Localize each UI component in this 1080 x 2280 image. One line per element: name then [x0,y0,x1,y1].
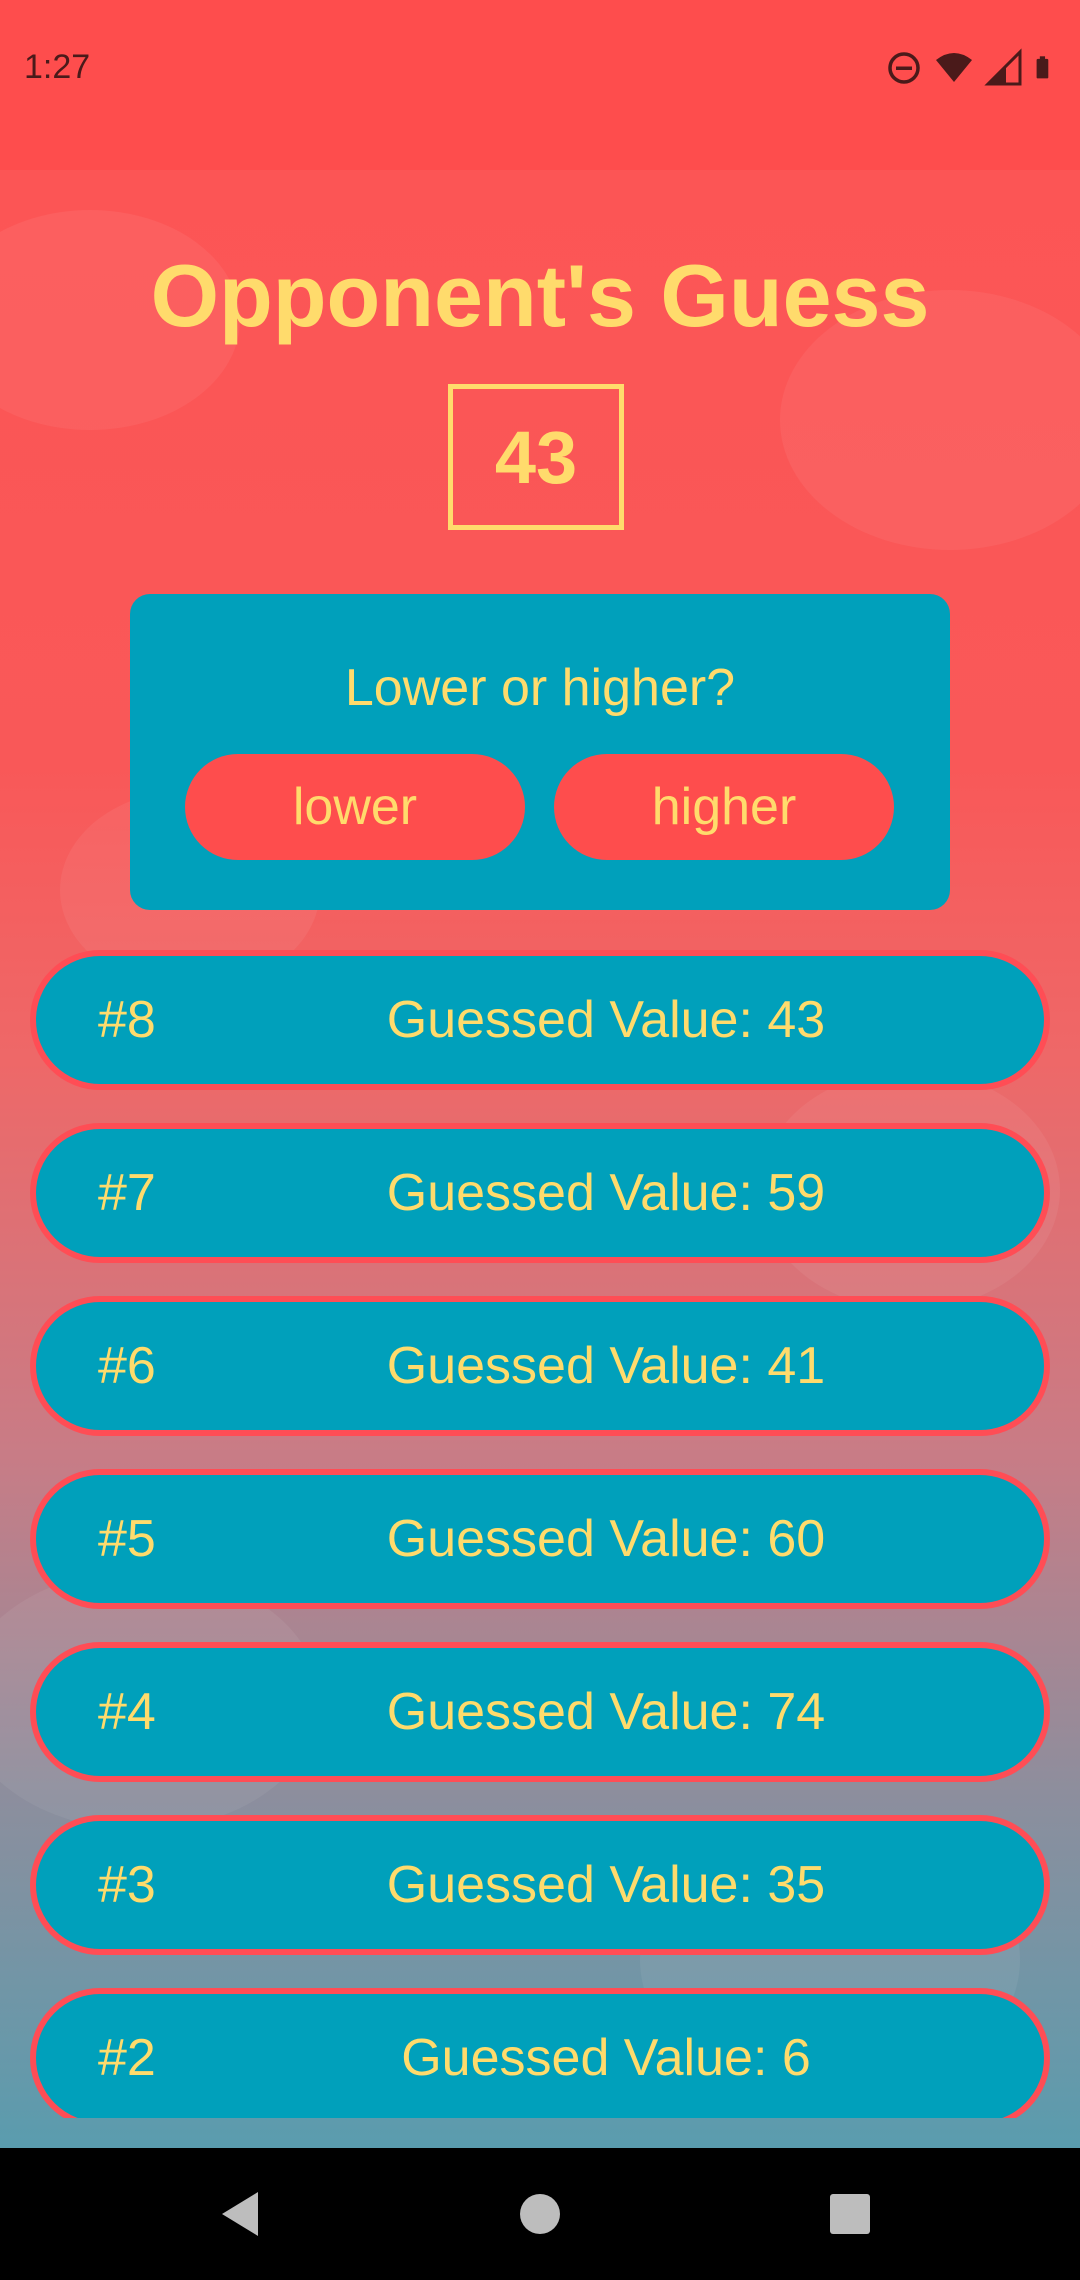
game-screen: Opponent's Guess 43 Lower or higher? low… [0,170,1080,2148]
prompt-question: Lower or higher? [344,659,736,717]
guess-number: #4 [98,1683,156,1741]
guess-value: Guessed Value: 74 [386,1683,826,1741]
guess-value: Guessed Value: 41 [386,1337,826,1395]
guess-number: #8 [98,991,156,1049]
guess-list-item: #7 Guessed Value: 59 [30,1123,1050,1263]
guess-value: Guessed Value: 59 [386,1164,826,1222]
guess-number: #7 [98,1164,156,1222]
navigation-bar [0,2148,1080,2280]
guess-list-item: #4 Guessed Value: 74 [30,1642,1050,1782]
page-title: Opponent's Guess [150,246,930,345]
home-icon[interactable] [500,2174,580,2254]
current-guess-number: 43 [448,384,624,530]
guess-list-item: #3 Guessed Value: 35 [30,1815,1050,1955]
recents-icon[interactable] [810,2174,890,2254]
cell-signal-icon [984,48,1022,86]
lower-button[interactable]: lower [185,754,525,860]
guess-value: Guessed Value: 6 [401,2029,811,2087]
guess-list-item: #2 Guessed Value: 6 [30,1988,1050,2118]
guess-list-item: #6 Guessed Value: 41 [30,1296,1050,1436]
status-time: 1:27 [24,48,91,86]
do-not-disturb-icon [888,52,920,84]
guess-list-item: #5 Guessed Value: 60 [30,1469,1050,1609]
status-bar: 1:27 [0,0,1080,170]
status-icons [884,48,1060,88]
wifi-icon [936,53,972,82]
prompt-card: Lower or higher? lower higher [130,594,950,910]
guess-value: Guessed Value: 35 [386,1856,826,1914]
guess-number: #6 [98,1337,156,1395]
guess-list[interactable]: #8 Guessed Value: 43 #7 Guessed Value: 5… [0,950,1080,2118]
back-icon[interactable] [200,2174,280,2254]
higher-button[interactable]: higher [554,754,894,860]
guess-number: #2 [98,2029,156,2087]
guess-value: Guessed Value: 60 [386,1510,826,1568]
guess-value: Guessed Value: 43 [386,991,826,1049]
guess-number: #3 [98,1856,156,1914]
phone-screen: 1:27 Opponent's Guess 43 Lower or higher… [0,0,1080,2280]
battery-icon [1036,56,1049,79]
guess-number: #5 [98,1510,156,1568]
guess-list-item: #8 Guessed Value: 43 [30,950,1050,1090]
